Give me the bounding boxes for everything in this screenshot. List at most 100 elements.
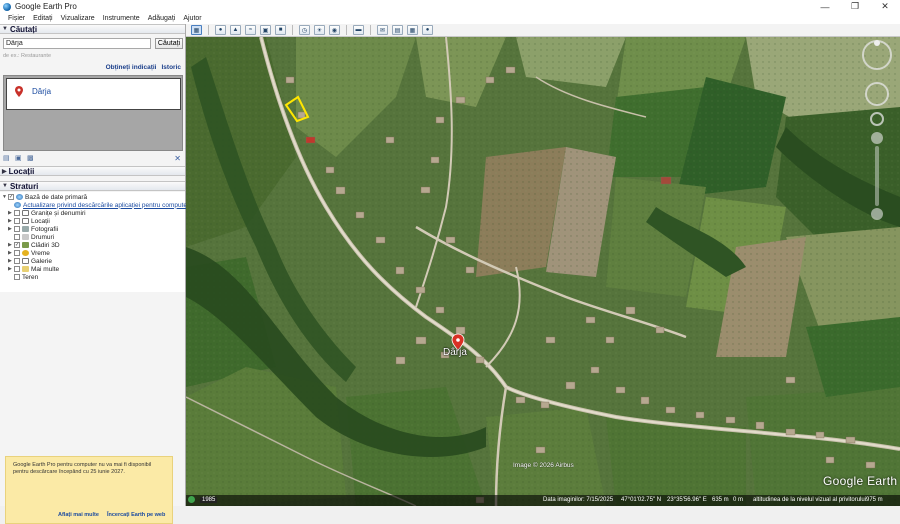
history-link[interactable]: Istoric — [161, 64, 181, 71]
layer-checkbox[interactable] — [14, 274, 20, 280]
borders-icon — [22, 210, 29, 216]
search-result-name[interactable]: Dârja — [32, 87, 51, 96]
roads-icon — [22, 234, 29, 240]
layer-item[interactable]: ▶ Fotografii — [8, 225, 58, 233]
layer-item[interactable]: ▶ Granițe și denumiri — [8, 209, 86, 217]
print-icon[interactable]: ▤ — [392, 25, 403, 35]
satellite-imagery[interactable] — [186, 37, 900, 506]
historical-tour-icon[interactable] — [188, 496, 195, 503]
layer-checkbox[interactable] — [14, 226, 20, 232]
close-icon[interactable]: ✕ — [174, 154, 181, 163]
planets-icon[interactable]: ◉ — [329, 25, 340, 35]
menu-view[interactable]: Vizualizare — [57, 15, 99, 22]
sidebar-toggle-icon[interactable]: ▦ — [191, 25, 202, 35]
layer-checkbox[interactable]: ✓ — [14, 242, 20, 248]
earth-3d-view[interactable]: Dârja Image © 2026 Airbus Google Earth — [186, 37, 900, 506]
globe-icon — [14, 202, 21, 208]
layer-item[interactable]: ▶ Locații — [8, 217, 50, 225]
imagery-attribution: Image © 2026 Airbus — [513, 462, 574, 469]
photos-icon — [22, 226, 29, 232]
zoom-in-icon[interactable] — [871, 132, 883, 144]
layer-item[interactable]: Actualizare privind descărcările aplicaț… — [14, 201, 189, 209]
add-overlay-icon[interactable]: ▣ — [260, 25, 271, 35]
places-section-header[interactable]: ▶ Locații — [0, 166, 185, 176]
move-joystick[interactable] — [865, 82, 889, 106]
search-section-header[interactable]: ▼ Căutați — [0, 24, 185, 34]
google-earth-logo-icon — [3, 2, 11, 11]
view-in-maps-icon[interactable]: ● — [422, 25, 433, 35]
search-tools-row: ▤ ▣ ▩ ✕ — [3, 153, 183, 163]
search-button[interactable]: Căutați — [155, 38, 183, 49]
maximize-icon[interactable]: ❐ — [840, 0, 870, 13]
window-title: Google Earth Pro — [15, 2, 77, 11]
google-earth-watermark: Google Earth — [823, 474, 898, 488]
layer-checkbox[interactable] — [14, 234, 20, 240]
layer-item[interactable]: ▶ Vreme — [8, 249, 50, 257]
layer-checkbox[interactable] — [14, 266, 20, 272]
menu-edit[interactable]: Editați — [29, 15, 56, 22]
historical-imagery-icon[interactable]: ◷ — [299, 25, 310, 35]
add-path-icon[interactable]: ≈ — [245, 25, 256, 35]
try-earth-web-link[interactable]: Încercați Earth pe web — [107, 512, 165, 518]
map-place-label: Dârja — [443, 347, 467, 358]
menu-tools[interactable]: Instrumente — [99, 15, 144, 22]
add-polygon-icon[interactable]: ▲ — [230, 25, 241, 35]
search-result-item[interactable]: Dârja — [6, 78, 181, 110]
layer-label: Drumuri — [31, 233, 55, 241]
menu-file[interactable]: Fișier — [4, 15, 29, 22]
close-icon[interactable]: ✕ — [870, 0, 900, 13]
gallery-icon — [22, 258, 29, 264]
record-tour-icon[interactable]: ■ — [275, 25, 286, 35]
get-directions-link[interactable]: Obțineți indicații — [106, 64, 157, 71]
folder-icon[interactable]: ▤ — [3, 155, 11, 162]
tour-year: 1985 — [200, 497, 218, 503]
places-icon — [22, 218, 29, 224]
layer-checkbox[interactable] — [14, 258, 20, 264]
toolbar-divider — [208, 25, 209, 35]
layer-label: Vreme — [31, 249, 50, 257]
layer-label: Teren — [22, 273, 39, 281]
minimize-icon[interactable]: — — [810, 0, 840, 13]
collapse-triangle-icon[interactable]: ▼ — [2, 26, 8, 32]
layer-label: Locații — [31, 217, 50, 225]
add-placemark-icon[interactable]: ● — [215, 25, 226, 35]
layer-item[interactable]: ▼ ✓ Bază de date primară — [2, 193, 87, 201]
layer-item[interactable]: ▶ Galerie — [8, 257, 52, 265]
menu-add[interactable]: Adăugați — [144, 15, 180, 22]
street-view-pegman-icon[interactable] — [870, 112, 884, 126]
learn-more-link[interactable]: Aflați mai multe — [58, 512, 99, 518]
search-input[interactable] — [3, 38, 151, 49]
print-icon[interactable]: ▩ — [27, 155, 35, 162]
menu-help[interactable]: Ajutor — [179, 15, 205, 22]
elevation-zero: 0 m — [733, 497, 744, 503]
layer-item[interactable]: ▶ ✓ Clădiri 3D — [8, 241, 60, 249]
zoom-out-icon[interactable] — [871, 208, 883, 220]
imagery-date: Data imaginilor: 7/15/2025 — [543, 497, 614, 503]
layer-item[interactable]: Teren — [14, 273, 38, 281]
collapse-triangle-icon[interactable]: ▼ — [2, 183, 8, 189]
layer-checkbox[interactable] — [14, 250, 20, 256]
compass-north-icon[interactable] — [874, 40, 880, 46]
expand-triangle-icon[interactable]: ▶ — [2, 168, 7, 175]
status-bar: 1985 Data imaginilor: 7/15/2025 47°01'02… — [186, 495, 900, 506]
latitude: 47°01'02.75" N — [621, 497, 662, 503]
toolbar-divider — [370, 25, 371, 35]
more-folder-icon — [22, 266, 29, 272]
layers-section-header[interactable]: ▼ Straturi — [0, 181, 185, 191]
layers-tree: ▼ ✓ Bază de date primară Actualizare pri… — [0, 192, 189, 292]
layer-label: Galerie — [31, 257, 52, 265]
layer-checkbox[interactable]: ✓ — [8, 194, 14, 200]
layer-checkbox[interactable] — [14, 210, 20, 216]
ruler-icon[interactable]: ▬ — [353, 25, 364, 35]
save-image-icon[interactable]: ▦ — [407, 25, 418, 35]
layer-item[interactable]: ▶ Mai multe — [8, 265, 59, 273]
email-icon[interactable]: ✉ — [377, 25, 388, 35]
eye-altitude: 975 m — [866, 497, 883, 503]
sunlight-icon[interactable]: ☀ — [314, 25, 325, 35]
layer-checkbox[interactable] — [14, 218, 20, 224]
layer-label[interactable]: Actualizare privind descărcările aplicaț… — [23, 202, 189, 209]
navigation-controls — [862, 40, 894, 240]
layer-item[interactable]: Drumuri — [14, 233, 54, 241]
zoom-slider[interactable] — [875, 146, 879, 206]
copy-icon[interactable]: ▣ — [15, 155, 23, 162]
